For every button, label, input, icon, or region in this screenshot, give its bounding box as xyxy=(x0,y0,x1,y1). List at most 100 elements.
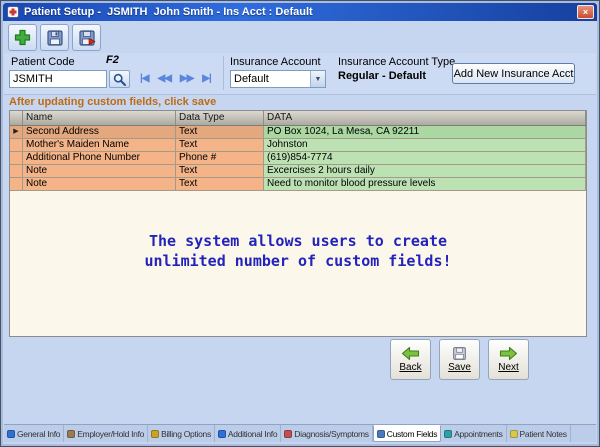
grid-cell-name[interactable]: Additional Phone Number xyxy=(23,152,176,165)
f2-shortcut-label: F2 xyxy=(106,54,119,66)
app-icon xyxy=(7,6,19,18)
tab-label: Diagnosis/Symptoms xyxy=(294,429,368,439)
tabstrip: General Info Employer/Hold Info Billing Op… xyxy=(4,424,596,442)
notes-icon xyxy=(510,430,518,438)
appointments-icon xyxy=(444,430,452,438)
add-icon xyxy=(13,28,32,47)
table-row[interactable]: NoteTextNeed to monitor blood pressure l… xyxy=(10,178,586,191)
grid-cell-datatype[interactable]: Text xyxy=(176,178,264,191)
arrow-left-icon xyxy=(401,346,420,361)
nav-first-button[interactable]: |◀ xyxy=(140,73,149,84)
grid-cell-name[interactable]: Note xyxy=(23,165,176,178)
custom-fields-grid: Name Data Type DATA ▶Second AddressTextP… xyxy=(9,110,587,337)
add-new-insurance-acct-button[interactable]: Add New Insurance Acct xyxy=(452,63,575,84)
nav-last-button[interactable]: ▶| xyxy=(202,73,211,84)
tab-employer-hold-info[interactable]: Employer/Hold Info xyxy=(64,425,148,442)
search-icon xyxy=(113,73,126,86)
save-button[interactable] xyxy=(40,24,69,51)
insurance-account-select[interactable]: Default ▼ xyxy=(230,70,326,88)
save-record-button[interactable]: Save xyxy=(439,339,480,380)
billing-icon xyxy=(151,430,159,438)
tab-appointments[interactable]: Appointments xyxy=(441,425,506,442)
grid-cell-data[interactable]: (619)854-7774 xyxy=(264,152,586,165)
window-title: Patient Setup - JSMITH John Smith - Ins … xyxy=(24,6,577,18)
titlebar: Patient Setup - JSMITH John Smith - Ins … xyxy=(3,3,597,21)
grid-cell-datatype[interactable]: Text xyxy=(176,139,264,152)
record-nav-buttons: Back Save Next xyxy=(390,339,529,380)
tab-patient-notes[interactable]: Patient Notes xyxy=(507,425,571,442)
insurance-account-type-label: Insurance Account Type xyxy=(338,56,455,68)
nav-next-button[interactable]: ▶▶ xyxy=(180,73,193,84)
save-label: Save xyxy=(448,362,471,373)
grid-cell-name[interactable]: Second Address xyxy=(23,126,176,139)
chevron-down-icon[interactable]: ▼ xyxy=(310,71,325,87)
next-button[interactable]: Next xyxy=(488,339,529,380)
save-notice: After updating custom fields, click save xyxy=(9,96,216,108)
save-close-icon xyxy=(78,29,96,47)
column-header-data[interactable]: DATA xyxy=(264,111,586,125)
grid-cell-datatype[interactable]: Text xyxy=(176,165,264,178)
tab-label: Appointments xyxy=(454,429,502,439)
selector-column-header xyxy=(10,111,23,125)
close-icon: × xyxy=(583,7,588,17)
custom-fields-message: The system allows users to create unlimi… xyxy=(10,231,586,272)
back-label: Back xyxy=(399,362,421,373)
grid-cell-data[interactable]: Excercises 2 hours daily xyxy=(264,165,586,178)
table-row[interactable]: ▶Second AddressTextPO Box 1024, La Mesa,… xyxy=(10,126,586,139)
next-label: Next xyxy=(498,362,519,373)
row-selector[interactable] xyxy=(10,165,23,178)
info-icon xyxy=(7,430,15,438)
tab-label: General Info xyxy=(17,429,60,439)
close-button[interactable]: × xyxy=(577,5,594,19)
message-line-1: The system allows users to create xyxy=(10,231,586,251)
nav-previous-button[interactable]: ◀◀ xyxy=(158,73,171,84)
diagnosis-icon xyxy=(284,430,292,438)
tab-additional-info[interactable]: Additional Info xyxy=(215,425,281,442)
insurance-account-type-value: Regular - Default xyxy=(338,70,426,82)
grid-cell-data[interactable]: Need to monitor blood pressure levels xyxy=(264,178,586,191)
grid-cell-name[interactable]: Note xyxy=(23,178,176,191)
patient-setup-window: Patient Setup - JSMITH John Smith - Ins … xyxy=(0,0,600,447)
row-selector[interactable] xyxy=(10,139,23,152)
column-header-name[interactable]: Name xyxy=(23,111,176,125)
save-close-button[interactable] xyxy=(72,24,101,51)
patient-code-input[interactable] xyxy=(9,70,107,88)
tab-label: Billing Options xyxy=(161,429,211,439)
tab-billing-options[interactable]: Billing Options xyxy=(148,425,215,442)
tab-diagnosis-symptoms[interactable]: Diagnosis/Symptoms xyxy=(281,425,372,442)
insurance-account-value: Default xyxy=(231,71,310,87)
tab-general-info[interactable]: General Info xyxy=(4,425,64,442)
patient-code-label: Patient Code xyxy=(11,56,75,68)
tab-label: Additional Info xyxy=(228,429,277,439)
insurance-account-label: Insurance Account xyxy=(230,56,321,68)
column-header-datatype[interactable]: Data Type xyxy=(176,111,264,125)
search-button[interactable] xyxy=(109,70,130,88)
add-button[interactable] xyxy=(8,24,37,51)
back-button[interactable]: Back xyxy=(390,339,431,380)
grid-cell-datatype[interactable]: Phone # xyxy=(176,152,264,165)
row-selector[interactable]: ▶ xyxy=(10,126,23,139)
tab-custom-fields[interactable]: Custom Fields xyxy=(373,425,441,442)
floppy-disk-icon xyxy=(452,346,467,361)
table-row[interactable]: NoteTextExcercises 2 hours daily xyxy=(10,165,586,178)
info-icon xyxy=(218,430,226,438)
grid-cell-data[interactable]: PO Box 1024, La Mesa, CA 92211 xyxy=(264,126,586,139)
main-toolbar xyxy=(8,24,101,51)
message-line-2: unlimited number of custom fields! xyxy=(10,251,586,271)
tab-label: Patient Notes xyxy=(520,429,567,439)
grid-cell-datatype[interactable]: Text xyxy=(176,126,264,139)
save-icon xyxy=(46,29,64,47)
arrow-right-icon xyxy=(499,346,518,361)
grid-cell-name[interactable]: Mother's Maiden Name xyxy=(23,139,176,152)
table-row[interactable]: Mother's Maiden NameTextJohnston xyxy=(10,139,586,152)
grid-cell-data[interactable]: Johnston xyxy=(264,139,586,152)
custom-fields-icon xyxy=(377,430,385,438)
table-row[interactable]: Additional Phone NumberPhone #(619)854-7… xyxy=(10,152,586,165)
grid-header: Name Data Type DATA xyxy=(10,111,586,126)
row-selector[interactable] xyxy=(10,178,23,191)
section-divider xyxy=(223,56,224,90)
row-selector[interactable] xyxy=(10,152,23,165)
tab-label: Custom Fields xyxy=(387,429,437,439)
tab-label: Employer/Hold Info xyxy=(77,429,144,439)
record-navigator: |◀ ◀◀ ▶▶ ▶| xyxy=(140,73,211,84)
